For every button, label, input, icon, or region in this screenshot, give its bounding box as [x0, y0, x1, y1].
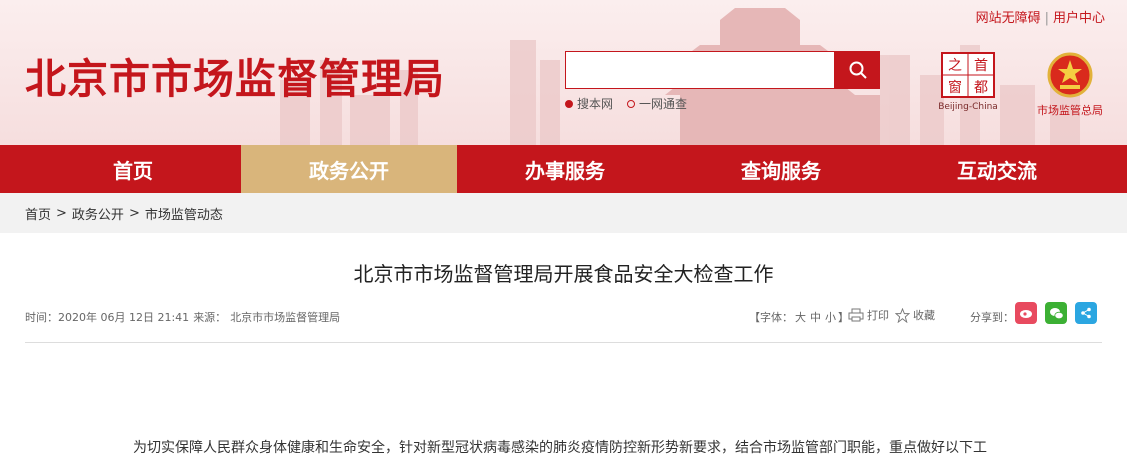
breadcrumb-government-affairs[interactable]: 政务公开: [72, 204, 124, 223]
capital-logo-char: 首: [974, 58, 988, 74]
page-title: 北京市市场监督管理局开展食品安全大检查工作: [353, 262, 774, 286]
capital-window-logo[interactable]: 首 都 之 窗: [941, 52, 995, 98]
search-scope-site[interactable]: 搜本网: [565, 95, 613, 112]
font-size-medium[interactable]: 中: [810, 311, 821, 324]
national-emblem-icon[interactable]: [1047, 52, 1093, 98]
article-body: 为切实保障人民群众身体健康和生命安全，针对新型冠状病毒感染的肺炎疫情防控新形势新…: [133, 440, 987, 456]
main-nav: 首页 政务公开 办事服务 查询服务 互动交流: [0, 145, 1127, 193]
breadcrumb: 首页 > 政务公开 > 市场监管动态: [0, 193, 1127, 233]
site-title: 北京市市场监督管理局: [25, 55, 445, 103]
publish-time: 2020年 06月 12日 21:41: [58, 311, 190, 324]
search-scope-all-label: 一网通查: [639, 97, 688, 111]
nav-interaction[interactable]: 互动交流: [889, 145, 1105, 193]
user-center-link[interactable]: 用户中心: [1053, 11, 1105, 26]
printer-icon: [848, 308, 864, 322]
capital-logo-char: 都: [974, 80, 988, 96]
publish-source: 北京市市场监督管理局: [230, 311, 341, 324]
breadcrumb-home[interactable]: 首页: [25, 204, 51, 223]
share-label: 分享到：: [970, 311, 1014, 324]
search-input[interactable]: [565, 51, 835, 89]
font-size-prefix: 【字体：: [749, 311, 793, 324]
radio-unselected-icon: [627, 99, 636, 108]
search-scope: 搜本网 一网通查: [565, 95, 687, 112]
breadcrumb-separator: >: [56, 205, 67, 221]
divider: |: [1044, 11, 1049, 26]
capital-logo-char: 窗: [948, 79, 962, 96]
font-size-small[interactable]: 小: [825, 311, 836, 324]
favorite-button[interactable]: 收藏: [895, 307, 935, 323]
star-icon: [895, 307, 910, 323]
nav-government-affairs[interactable]: 政务公开: [241, 145, 457, 193]
publish-info: 时间：2020年 06月 12日 21:41 来源： 北京市市场监督管理局: [25, 309, 340, 325]
weibo-icon: [1020, 310, 1032, 318]
share-icon: [1081, 307, 1091, 319]
breadcrumb-separator: >: [128, 205, 140, 221]
wechat-icon: [1049, 307, 1064, 319]
search-button[interactable]: [835, 51, 880, 89]
article-meta: 时间：2020年 06月 12日 21:41 来源： 北京市市场监督管理局 【字体：…: [25, 302, 1102, 343]
share-more-button[interactable]: [1075, 302, 1097, 324]
breadcrumb-market-news[interactable]: 市场监管动态: [145, 204, 223, 223]
share-weibo-button[interactable]: [1015, 302, 1037, 324]
time-label: 时间：: [25, 311, 58, 324]
font-size-large[interactable]: 大: [795, 311, 806, 324]
emblem-caption: 市场监管总局: [1037, 104, 1103, 117]
source-label: 来源：: [193, 311, 227, 324]
nav-query[interactable]: 查询服务: [673, 145, 889, 193]
font-size-switcher: 【字体：大中小】: [749, 309, 849, 325]
capital-logo-caption: Beijing-China: [938, 102, 998, 112]
share-wechat-button[interactable]: [1045, 302, 1067, 324]
radio-selected-icon: [565, 99, 573, 108]
accessibility-link[interactable]: 网站无障碍: [976, 11, 1041, 26]
search-icon: [849, 61, 867, 79]
favorite-label: 收藏: [913, 309, 935, 322]
search-scope-site-label: 搜本网: [577, 97, 614, 111]
search-scope-all[interactable]: 一网通查: [627, 95, 687, 112]
print-label: 打印: [867, 309, 889, 322]
print-button[interactable]: 打印: [848, 307, 889, 323]
top-links: 网站无障碍 | 用户中心: [976, 7, 1105, 26]
capital-logo-char: 之: [948, 58, 962, 74]
nav-home[interactable]: 首页: [25, 145, 241, 193]
nav-services[interactable]: 办事服务: [457, 145, 673, 193]
site-header: 北京市市场监督管理局 网站无障碍 | 用户中心 搜本网 一网通查 首 都 之 窗 B…: [0, 0, 1127, 145]
